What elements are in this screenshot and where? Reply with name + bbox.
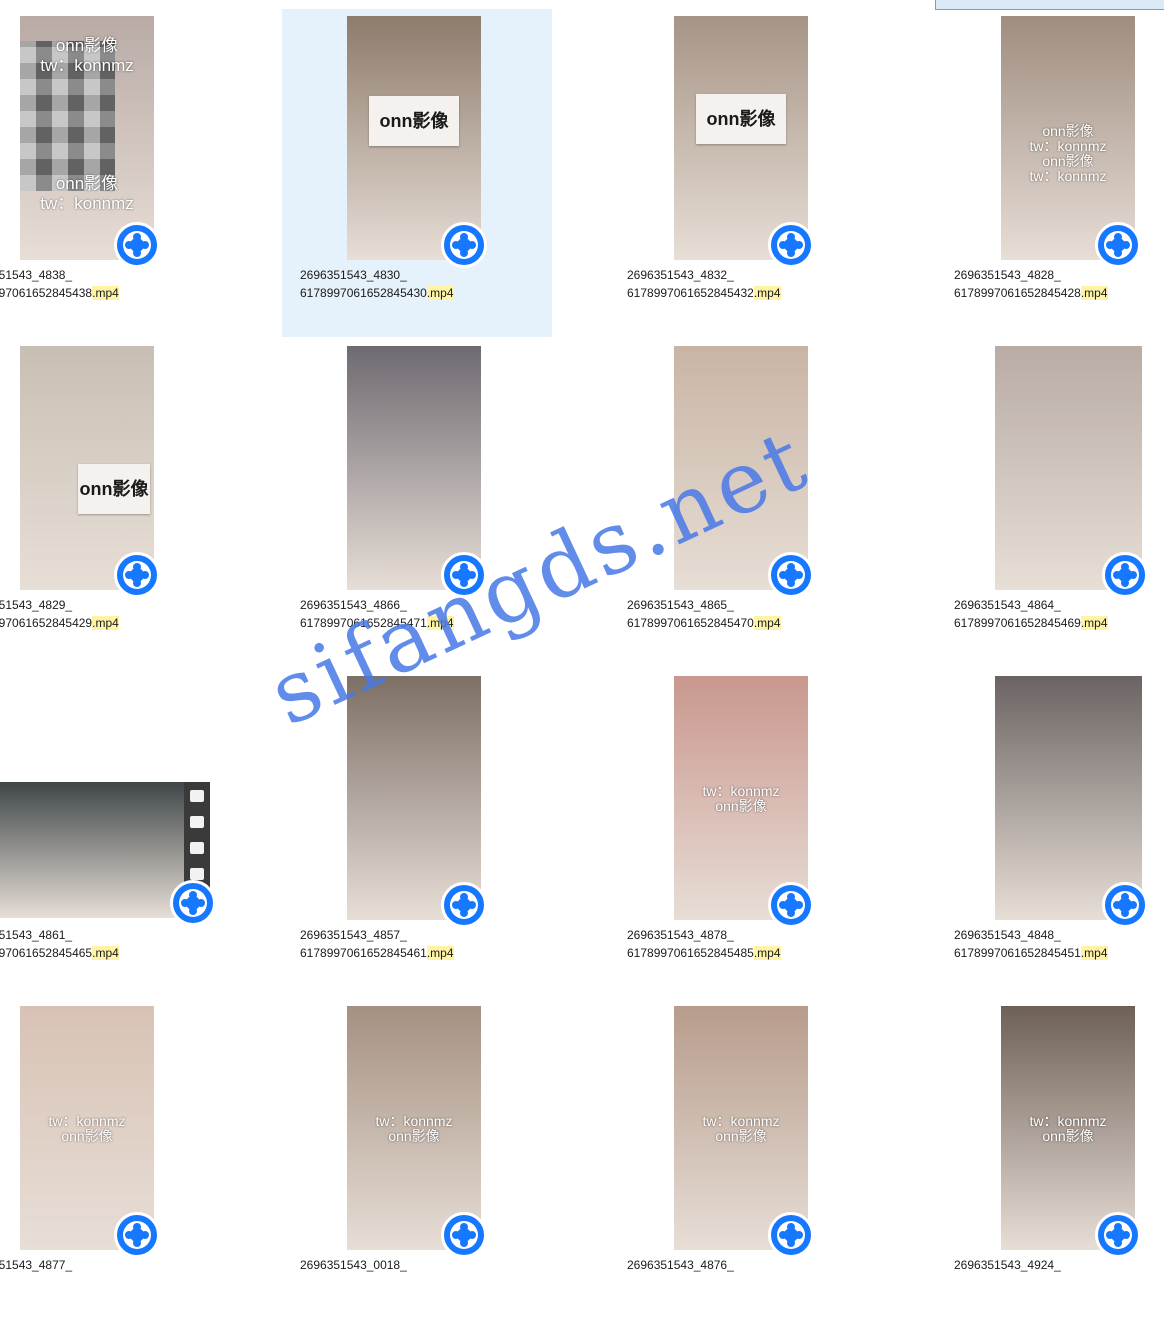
video-player-icon [1095,1212,1141,1258]
video-player-icon [170,880,216,926]
thumbnail-sign-text: onn影像 [78,464,150,514]
file-name-line[interactable]: 2696351543_4828_ [954,266,1061,284]
video-player-icon [114,552,160,598]
file-name-line[interactable]: 997061652845429.mp4 [0,614,119,632]
file-name-line[interactable]: 2696351543_4830_ [300,266,407,284]
file-name-line[interactable]: 351543_4838_ [0,266,72,284]
file-name-line[interactable]: 2696351543_4865_ [627,596,734,614]
file-name-line[interactable]: 6178997061652845430.mp4 [300,284,454,302]
thumbnail-sign-text: onn影像 [369,96,459,146]
video-player-icon [768,552,814,598]
thumbnail-overlay-text: tw：konnmz onn影像 [702,783,780,814]
file-name-line[interactable]: 6178997061652845461.mp4 [300,944,454,962]
file-name-line[interactable]: 2696351543_4857_ [300,926,407,944]
video-player-icon [441,1212,487,1258]
file-name-line[interactable]: 351543_4829_ [0,596,72,614]
file-name-line[interactable]: 2696351543_4876_ [627,1256,734,1274]
thumbnail-overlay-text: tw：konnmz onn影像 [1029,1113,1107,1144]
video-player-icon [1102,552,1148,598]
thumbnail-overlay-text: onn影像 tw：konnmz [40,174,134,213]
video-player-icon [1095,222,1141,268]
video-player-icon [768,222,814,268]
video-player-icon [1102,882,1148,928]
thumbnail-sign-text: onn影像 [696,94,786,144]
file-extension-highlight: .mp4 [1080,616,1108,630]
file-name-line[interactable]: 997061652845438.mp4 [0,284,119,302]
video-player-icon [441,882,487,928]
file-name-line[interactable]: 2696351543_4864_ [954,596,1061,614]
file-extension-highlight: .mp4 [753,286,781,300]
file-name-line[interactable]: 6178997061652845428.mp4 [954,284,1108,302]
file-name-line[interactable]: 351543_4877_ [0,1256,72,1274]
file-extension-highlight: .mp4 [1080,286,1108,300]
file-extension-highlight: .mp4 [753,616,781,630]
thumbnail-overlay-text: tw：konnmz onn影像 [48,1113,126,1144]
file-name-line[interactable]: 2696351543_4878_ [627,926,734,944]
file-name-line[interactable]: 6178997061652845469.mp4 [954,614,1108,632]
video-player-icon [768,1212,814,1258]
file-name-line[interactable]: 2696351543_4924_ [954,1256,1061,1274]
thumbnail-overlay-text: tw：konnmz onn影像 [375,1113,453,1144]
file-name-line[interactable]: 6178997061652845432.mp4 [627,284,781,302]
file-grid: onn影像 tw：konnmz onn影像 tw：konnmz 351543_4838_… [0,0,1164,1272]
file-name-line[interactable]: 6178997061652845471.mp4 [300,614,454,632]
file-name-line[interactable]: 2696351543_0018_ [300,1256,407,1274]
video-player-icon [114,222,160,268]
file-name-line[interactable]: 6178997061652845485.mp4 [627,944,781,962]
file-name-line[interactable]: 2696351543_4866_ [300,596,407,614]
file-extension-highlight: .mp4 [426,286,454,300]
file-extension-highlight: .mp4 [92,286,119,300]
file-extension-highlight: .mp4 [426,946,454,960]
thumbnail-overlay-text: onn影像 tw：konnmz [40,36,134,75]
file-extension-highlight: .mp4 [1080,946,1108,960]
file-name-line[interactable]: 351543_4861_ [0,926,72,944]
file-name-line[interactable]: 6178997061652845470.mp4 [627,614,781,632]
file-name-line[interactable]: 997061652845465.mp4 [0,944,119,962]
video-player-icon [441,552,487,598]
file-extension-highlight: .mp4 [92,946,119,960]
file-name-line[interactable]: 2696351543_4832_ [627,266,734,284]
file-extension-highlight: .mp4 [753,946,781,960]
video-player-icon [114,1212,160,1258]
file-name-line[interactable]: 2696351543_4848_ [954,926,1061,944]
thumbnail-overlay-text: onn影像 tw：konnmz onn影像 tw：konnmz [1029,123,1107,184]
file-name-line[interactable]: 6178997061652845451.mp4 [954,944,1108,962]
file-extension-highlight: .mp4 [426,616,454,630]
video-player-icon [768,882,814,928]
file-extension-highlight: .mp4 [92,616,119,630]
video-player-icon [441,222,487,268]
thumbnail-overlay-text: tw：konnmz onn影像 [702,1113,780,1144]
